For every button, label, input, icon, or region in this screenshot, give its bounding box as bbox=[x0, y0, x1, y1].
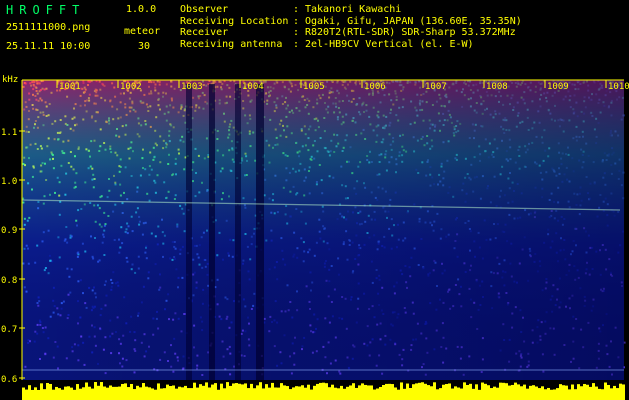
hrofft-window: HROFFT 1.0.0 2511111000.png meteor 25.11… bbox=[0, 0, 629, 400]
y-unit-label: kHz bbox=[2, 75, 18, 85]
x-tick-label: 1002 bbox=[120, 82, 142, 92]
x-tick-label: 1004 bbox=[242, 82, 264, 92]
y-tick-label: 1.0 bbox=[1, 177, 17, 187]
x-tick-label: 1005 bbox=[303, 82, 325, 92]
x-tick-label: 1009 bbox=[547, 82, 569, 92]
x-tick-label: 1007 bbox=[425, 82, 447, 92]
x-tick-label: 1008 bbox=[486, 82, 508, 92]
y-tick-label: 0.8 bbox=[1, 276, 17, 286]
x-tick-label: 1006 bbox=[364, 82, 386, 92]
y-tick-label: 0.6 bbox=[1, 375, 17, 385]
y-tick-label: 1.1 bbox=[1, 128, 17, 138]
x-tick-label: 1010 bbox=[608, 82, 629, 92]
y-tick-label: 0.9 bbox=[1, 226, 17, 236]
signal-band bbox=[22, 382, 625, 400]
y-tick-label: 0.7 bbox=[1, 325, 17, 335]
y-tick-group: 1.1 1.0 0.9 0.8 0.7 0.6 bbox=[1, 128, 25, 385]
x-tick-label: 1003 bbox=[181, 82, 203, 92]
spectrogram-plot: 1.1 1.0 0.9 0.8 0.7 0.6 1001 1002 1003 1004 1005 1… bbox=[1, 75, 629, 400]
x-tick-label: 1001 bbox=[59, 82, 81, 92]
